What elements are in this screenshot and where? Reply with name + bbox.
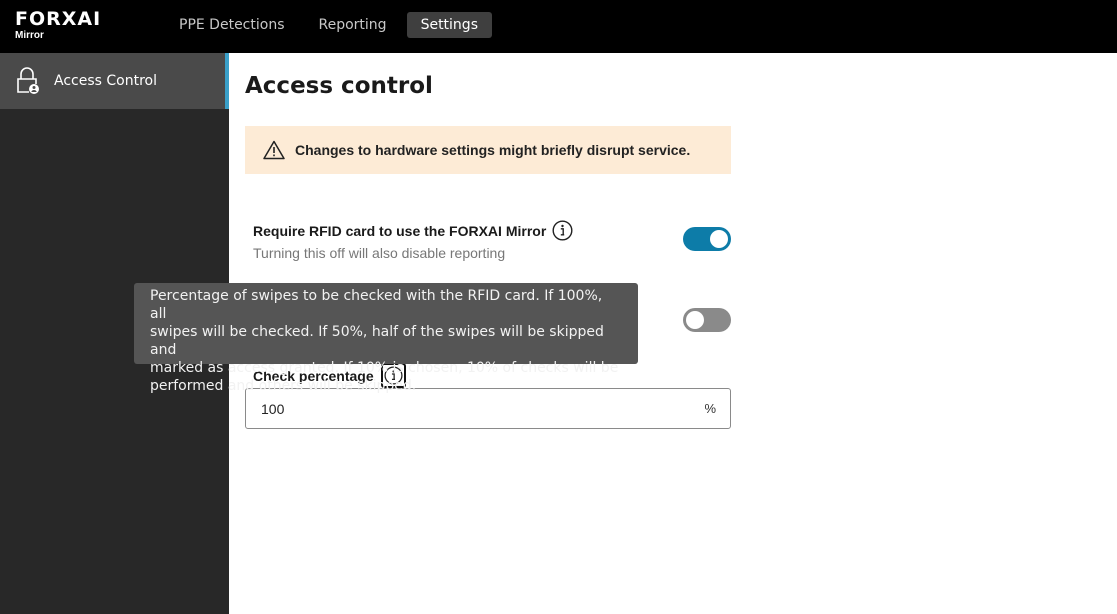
logo-subtitle: Mirror — [15, 30, 44, 41]
warning-icon — [263, 140, 285, 160]
tooltip-line: marked as access granted. If 10% is chos… — [150, 360, 619, 376]
rfid-setting: Require RFID card to use the FORXAI Mirr… — [253, 220, 731, 261]
tab-ppe-detections[interactable]: PPE Detections — [165, 12, 299, 38]
page-title: Access control — [245, 73, 433, 99]
rfid-setting-description: Turning this off will also disable repor… — [253, 245, 506, 261]
tooltip-line: performed and others will be skipped. — [150, 378, 417, 394]
check-percentage-input[interactable] — [261, 400, 661, 417]
tooltip-line: Percentage of swipes to be checked with … — [150, 288, 603, 322]
warning-banner: Changes to hardware settings might brief… — [245, 126, 731, 174]
toggle-knob — [686, 311, 704, 329]
main-nav: PPE Detections Reporting Settings — [165, 12, 492, 38]
tooltip-line: swipes will be checked. If 50%, half of … — [150, 324, 604, 358]
check-percentage-tooltip: Percentage of swipes to be checked with … — [134, 283, 638, 394]
warning-text: Changes to hardware settings might brief… — [295, 142, 691, 158]
tab-reporting[interactable]: Reporting — [305, 12, 401, 38]
rfid-setting-title: Require RFID card to use the FORXAI Mirr… — [253, 222, 547, 239]
logo: FORXAI Mirror — [15, 9, 101, 42]
sidebar-item-access-control[interactable]: Access Control — [0, 53, 229, 109]
rfid-setting-title-row: Require RFID card to use the FORXAI Mirr… — [253, 220, 731, 241]
tab-settings[interactable]: Settings — [406, 12, 492, 38]
sidebar-item-label: Access Control — [54, 73, 157, 89]
info-icon[interactable] — [552, 220, 573, 241]
top-bar: FORXAI Mirror PPE Detections Reporting S… — [0, 0, 1117, 53]
toggle-knob — [710, 230, 728, 248]
logo-text: FORXAI — [15, 8, 102, 30]
second-setting-toggle[interactable] — [683, 308, 731, 332]
lock-user-icon — [17, 67, 39, 94]
rfid-toggle[interactable] — [683, 227, 731, 251]
percent-suffix: % — [704, 401, 716, 416]
